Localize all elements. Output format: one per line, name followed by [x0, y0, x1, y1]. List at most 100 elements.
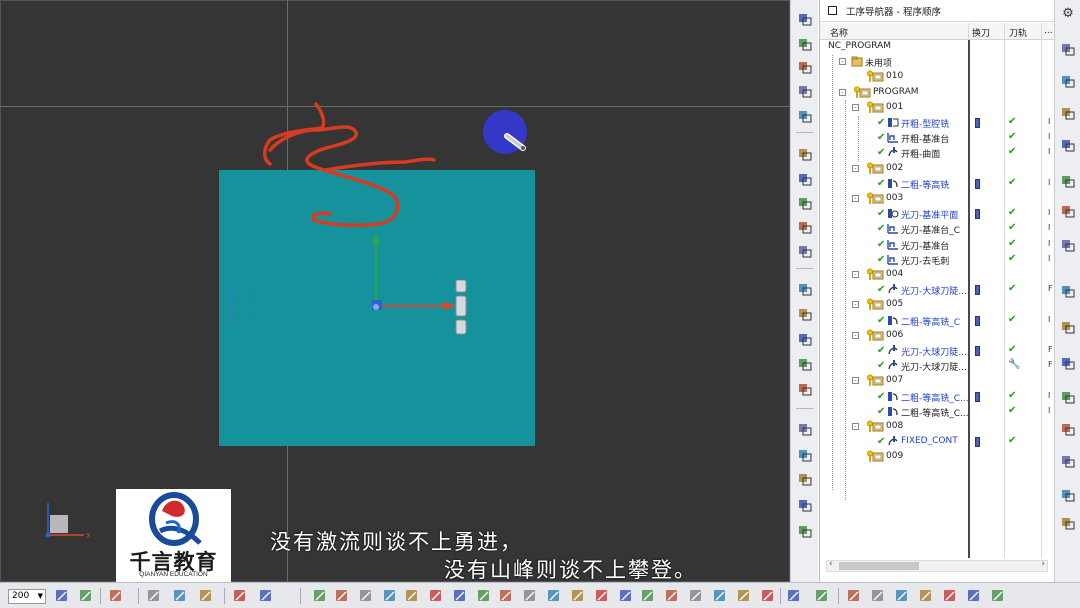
toolbar-tool-icon[interactable]: [498, 588, 514, 604]
maximize-box-icon[interactable]: [828, 6, 837, 15]
toolbar-tool-icon[interactable]: [522, 588, 538, 604]
program-row[interactable]: - 004: [820, 268, 1055, 283]
verify-icon[interactable]: [796, 380, 814, 398]
system-material-icon[interactable]: [1059, 354, 1077, 372]
operation-row[interactable]: ✔ 光刀-基准台 ✔ I: [820, 238, 1055, 253]
operation-row[interactable]: ✔ 光刀-大球刀陡... ✔ F: [820, 283, 1055, 298]
collapse-toggle-icon[interactable]: -: [852, 301, 859, 309]
operation-row[interactable]: ✔ 二粗-等高铣 ✔ I: [820, 177, 1055, 192]
part-nav-icon[interactable]: [1059, 104, 1077, 122]
graphics-viewport[interactable]: X 千言教育 QIANYAN EDUCATION 没有激流则谈不上勇进， 没有山…: [0, 0, 790, 582]
collapse-toggle-icon[interactable]: -: [852, 271, 859, 278]
toolbar-tool-icon[interactable]: [546, 588, 562, 604]
toolbar-tool-icon[interactable]: [594, 588, 610, 604]
program-row[interactable]: - 008: [820, 420, 1055, 435]
program-row[interactable]: 010: [820, 70, 1055, 85]
toolbar-tool-icon[interactable]: [664, 588, 680, 604]
wcs-icon[interactable]: [796, 522, 814, 540]
operation-row[interactable]: ✔ 开粗-型腔铣 ✔ I: [820, 116, 1055, 131]
toolbar-tool-icon[interactable]: [78, 588, 94, 604]
toolbar-tool-icon[interactable]: [786, 588, 802, 604]
machine-icon[interactable]: [796, 194, 814, 212]
palette-icon[interactable]: [1059, 318, 1077, 336]
copy-icon[interactable]: [796, 218, 814, 236]
operation-row[interactable]: ✔ 二粗-等高铣_C... ✔ I: [820, 405, 1055, 420]
simulate-icon[interactable]: [796, 420, 814, 438]
process-studio-icon[interactable]: [1059, 420, 1077, 438]
wcs-icon[interactable]: [796, 35, 814, 53]
view-triad-icon[interactable]: X: [40, 495, 100, 545]
collapse-toggle-icon[interactable]: -: [852, 164, 859, 172]
constraint-nav-icon[interactable]: [1059, 514, 1077, 532]
toolbar-tool-icon[interactable]: [198, 588, 214, 604]
program-row[interactable]: 009: [820, 450, 1055, 465]
scroll-left-icon[interactable]: ‹: [829, 559, 833, 569]
column-name[interactable]: 名称: [830, 26, 848, 39]
paste-icon[interactable]: [796, 280, 814, 298]
operation-row[interactable]: ✔ 光刀-基准平面 ✔ I: [820, 207, 1055, 222]
chevron-down-icon[interactable]: ▼: [38, 590, 43, 603]
toolbar-tool-icon[interactable]: [760, 588, 776, 604]
toolbar-tool-icon[interactable]: [918, 588, 934, 604]
toolbar-tool-icon[interactable]: [172, 588, 188, 604]
zoom-select[interactable]: 200 ▼: [8, 589, 46, 604]
scroll-right-icon[interactable]: ›: [1041, 559, 1045, 569]
toolbar-tool-icon[interactable]: [312, 588, 328, 604]
program-row[interactable]: - 007: [820, 374, 1055, 389]
program-row[interactable]: - 003: [820, 192, 1055, 207]
toolbar-tool-icon[interactable]: [814, 588, 830, 604]
replay-icon[interactable]: [796, 355, 814, 373]
toolbar-tool-icon[interactable]: [942, 588, 958, 604]
toolbar-tool-icon[interactable]: [54, 588, 70, 604]
generate-icon[interactable]: [796, 330, 814, 348]
operation-row[interactable]: ✔ 二粗-等高铣_C... ✔ I: [820, 390, 1055, 405]
navigator-horizontal-scrollbar[interactable]: ‹ ›: [826, 559, 1048, 572]
collapse-toggle-icon[interactable]: -: [839, 58, 846, 66]
assembly-nav-icon[interactable]: [1059, 40, 1077, 58]
reuse-library-icon[interactable]: [1059, 172, 1077, 190]
toolbar-tool-icon[interactable]: [404, 588, 420, 604]
postprocess-icon[interactable]: [796, 446, 814, 464]
settings-gear-icon[interactable]: [1059, 452, 1077, 470]
operation-row[interactable]: ✔ 光刀-基准台_C ✔ I: [820, 222, 1055, 237]
column-tool-change[interactable]: 换刀: [972, 26, 990, 39]
toolbar-tool-icon[interactable]: [232, 588, 248, 604]
delete-icon[interactable]: [796, 305, 814, 323]
toolbar-tool-icon[interactable]: [966, 588, 982, 604]
operation-row[interactable]: ✔ 光刀-大球刀陡... ✔ F: [820, 344, 1055, 359]
toolbar-tool-icon[interactable]: [258, 588, 274, 604]
toolbar-tool-icon[interactable]: [688, 588, 704, 604]
shopdoc-icon[interactable]: [796, 470, 814, 488]
tool-icon[interactable]: [796, 107, 814, 125]
toolbar-tool-icon[interactable]: [146, 588, 162, 604]
toolbar-tool-icon[interactable]: [108, 588, 124, 604]
column-toolpath[interactable]: 刀轨: [1009, 26, 1027, 39]
program-row[interactable]: - PROGRAM: [820, 86, 1055, 101]
root-row[interactable]: NC_PROGRAM: [820, 40, 1055, 55]
collapse-toggle-icon[interactable]: -: [852, 195, 859, 202]
program-row[interactable]: - 005: [820, 298, 1055, 313]
settings-gear-icon[interactable]: ⚙: [1059, 4, 1077, 22]
operation-icon[interactable]: [796, 170, 814, 188]
program-row[interactable]: - 未用项: [820, 55, 1055, 70]
toolbar-tool-icon[interactable]: [476, 588, 492, 604]
collapse-toggle-icon[interactable]: -: [852, 331, 859, 339]
constraint-nav-icon[interactable]: [1059, 72, 1077, 90]
toolbar-tool-icon[interactable]: [640, 588, 656, 604]
wcs-axes-icon[interactable]: [370, 228, 460, 318]
hd3d-icon[interactable]: [1059, 202, 1077, 220]
operation-row[interactable]: ✔ 光刀-去毛刺 ✔ I: [820, 253, 1055, 268]
operation-row[interactable]: ✔ 二粗-等高铣_C ✔ I: [820, 314, 1055, 329]
assembly-nav-icon[interactable]: [1059, 486, 1077, 504]
history-icon[interactable]: [1059, 282, 1077, 300]
toolbar-tool-icon[interactable]: [452, 588, 468, 604]
toolbar-tool-icon[interactable]: [846, 588, 862, 604]
toolbar-tool-icon[interactable]: [894, 588, 910, 604]
mill-icon[interactable]: [796, 82, 814, 100]
navigator-tree[interactable]: NC_PROGRAM - 未用项 010 - PROGRAM - 001 ✔ 开粗-型腔铣 ✔ I ✔ 开…: [820, 40, 1055, 558]
toolbar-tool-icon[interactable]: [712, 588, 728, 604]
toolbar-tool-icon[interactable]: [428, 588, 444, 604]
collapse-toggle-icon[interactable]: -: [852, 377, 859, 385]
program-row[interactable]: - 006: [820, 329, 1055, 344]
roles-icon[interactable]: [1059, 388, 1077, 406]
